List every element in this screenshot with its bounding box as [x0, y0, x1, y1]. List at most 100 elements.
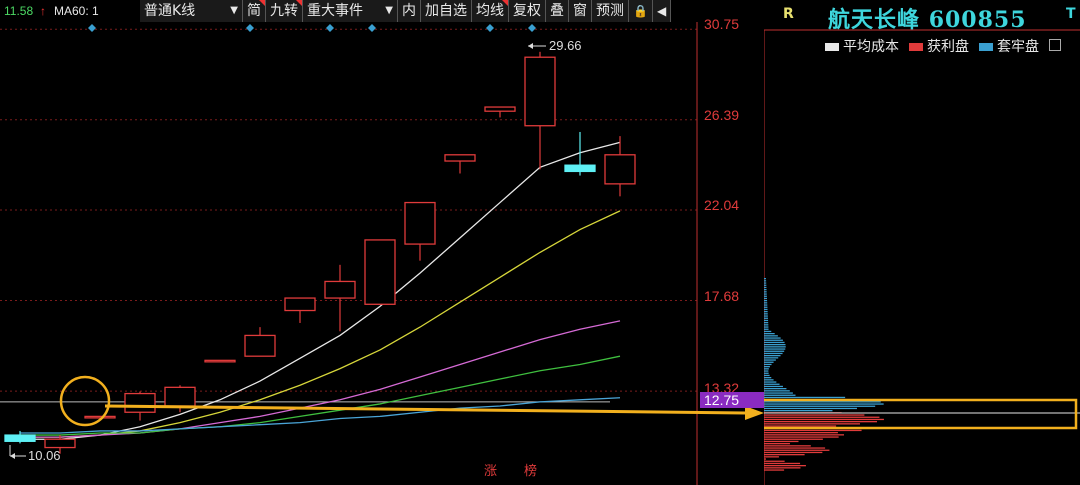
chip-bar — [764, 319, 769, 322]
simple-button[interactable]: 简 — [243, 0, 266, 22]
chip-bar — [764, 388, 787, 390]
chip-bar — [764, 462, 801, 465]
chip-bar — [764, 359, 776, 361]
ma-line — [20, 355, 621, 436]
chip-bar — [764, 421, 878, 423]
chip-bar — [764, 286, 767, 289]
candle-body — [484, 106, 516, 112]
overlay-button[interactable]: 叠 — [546, 0, 569, 22]
legend-profit: 获利盘 — [909, 36, 969, 56]
chip-bar — [764, 385, 783, 388]
candle-body — [444, 154, 476, 162]
collapse-arrow-icon[interactable]: ◀ — [653, 0, 672, 22]
candle-body — [244, 334, 276, 357]
forecast-button[interactable]: 预测 — [592, 0, 629, 22]
chip-bar — [764, 405, 876, 407]
chip-bar — [764, 377, 772, 379]
chip-bar — [764, 410, 833, 412]
chart-grid — [0, 28, 697, 403]
candle-body — [164, 386, 196, 407]
ma-line — [20, 141, 621, 440]
chip-bar — [764, 370, 769, 372]
chip-bar — [764, 445, 811, 447]
chip-bar — [764, 451, 823, 454]
chip-bar — [764, 289, 767, 291]
chip-bar — [764, 300, 768, 302]
bottom-label-rise: 涨 — [484, 464, 498, 479]
chip-bar — [764, 465, 806, 467]
chip-bar — [764, 317, 768, 319]
chip-bar — [764, 458, 766, 460]
chip-bar — [764, 416, 880, 418]
expand-icon[interactable] — [1049, 39, 1061, 51]
chip-bar — [764, 423, 860, 425]
chip-bar — [764, 355, 781, 357]
r-label[interactable]: R — [783, 6, 794, 22]
chip-bar — [764, 429, 862, 432]
chip-bar — [764, 372, 769, 374]
chip-bar — [764, 403, 884, 405]
axis-label-1: 30.75 — [704, 16, 740, 32]
event-marker-icon — [88, 24, 96, 32]
ma-button[interactable]: 均线 — [472, 0, 509, 22]
candle-body — [324, 280, 356, 299]
event-marker-icon — [368, 24, 376, 32]
chip-bar — [764, 293, 767, 295]
add-watchlist-button[interactable]: 加自选 — [421, 0, 472, 22]
chip-bar — [764, 302, 768, 304]
kline-chart[interactable] — [0, 0, 764, 485]
chip-bar — [764, 440, 799, 443]
chip-bar — [764, 315, 768, 317]
candle-body — [404, 201, 436, 245]
chip-bar — [764, 304, 768, 306]
event-marker-icon — [528, 24, 536, 32]
legend-trapped: 套牢盘 — [979, 36, 1039, 56]
chip-bar — [764, 407, 857, 410]
chip-bar — [764, 434, 844, 436]
chip-bar — [764, 280, 767, 282]
chip-bar — [764, 308, 768, 311]
chart-toolbar: 普通K线 ▼ 简 九转 重大事件 ▼ 内 加自选 均线 复权 叠 窗 预测 🔒 … — [140, 0, 672, 22]
chip-bar — [764, 401, 881, 403]
lock-icon[interactable]: 🔒 — [629, 0, 653, 22]
ma-line — [20, 320, 621, 438]
chip-bar — [764, 284, 767, 286]
chip-bar — [764, 368, 769, 370]
chip-bar — [764, 330, 772, 333]
chip-bar — [764, 366, 770, 368]
chip-bar — [764, 311, 768, 313]
chip-bar — [764, 418, 884, 421]
chip-bar — [764, 394, 796, 396]
current-price-tag: 12.75 — [700, 392, 764, 408]
kline-type-dropdown[interactable]: 普通K线 ▼ — [140, 0, 243, 22]
chip-bar — [764, 436, 839, 438]
candle-body — [124, 392, 156, 413]
event-markers — [88, 24, 536, 32]
event-marker-icon — [486, 24, 494, 32]
chip-bar — [764, 348, 786, 350]
chip-distribution-panel — [764, 0, 1080, 485]
chip-bar — [764, 324, 769, 326]
adjust-button[interactable]: 复权 — [509, 0, 546, 22]
chip-bar — [764, 339, 783, 341]
moving-average-lines — [20, 141, 621, 440]
window-button[interactable]: 窗 — [569, 0, 592, 22]
axis-label-3: 22.04 — [704, 197, 740, 213]
high-price-marker — [528, 43, 546, 49]
price-value: 11.58 — [4, 4, 34, 18]
chevron-down-icon: ▼ — [385, 5, 393, 16]
chip-bar — [764, 350, 785, 352]
t-label[interactable]: T — [1066, 6, 1076, 22]
chip-bar — [764, 328, 769, 330]
chip-bar — [764, 374, 770, 377]
chip-bar — [764, 361, 774, 363]
chip-bar — [764, 326, 769, 328]
candle-body — [284, 297, 316, 312]
chip-bar — [764, 357, 779, 359]
nine-turn-button[interactable]: 九转 — [266, 0, 303, 22]
chip-bar — [764, 363, 772, 366]
major-events-dropdown[interactable]: 重大事件 ▼ — [303, 0, 398, 22]
inner-button[interactable]: 内 — [398, 0, 421, 22]
chip-bar — [764, 282, 767, 284]
chip-bar — [764, 454, 805, 456]
